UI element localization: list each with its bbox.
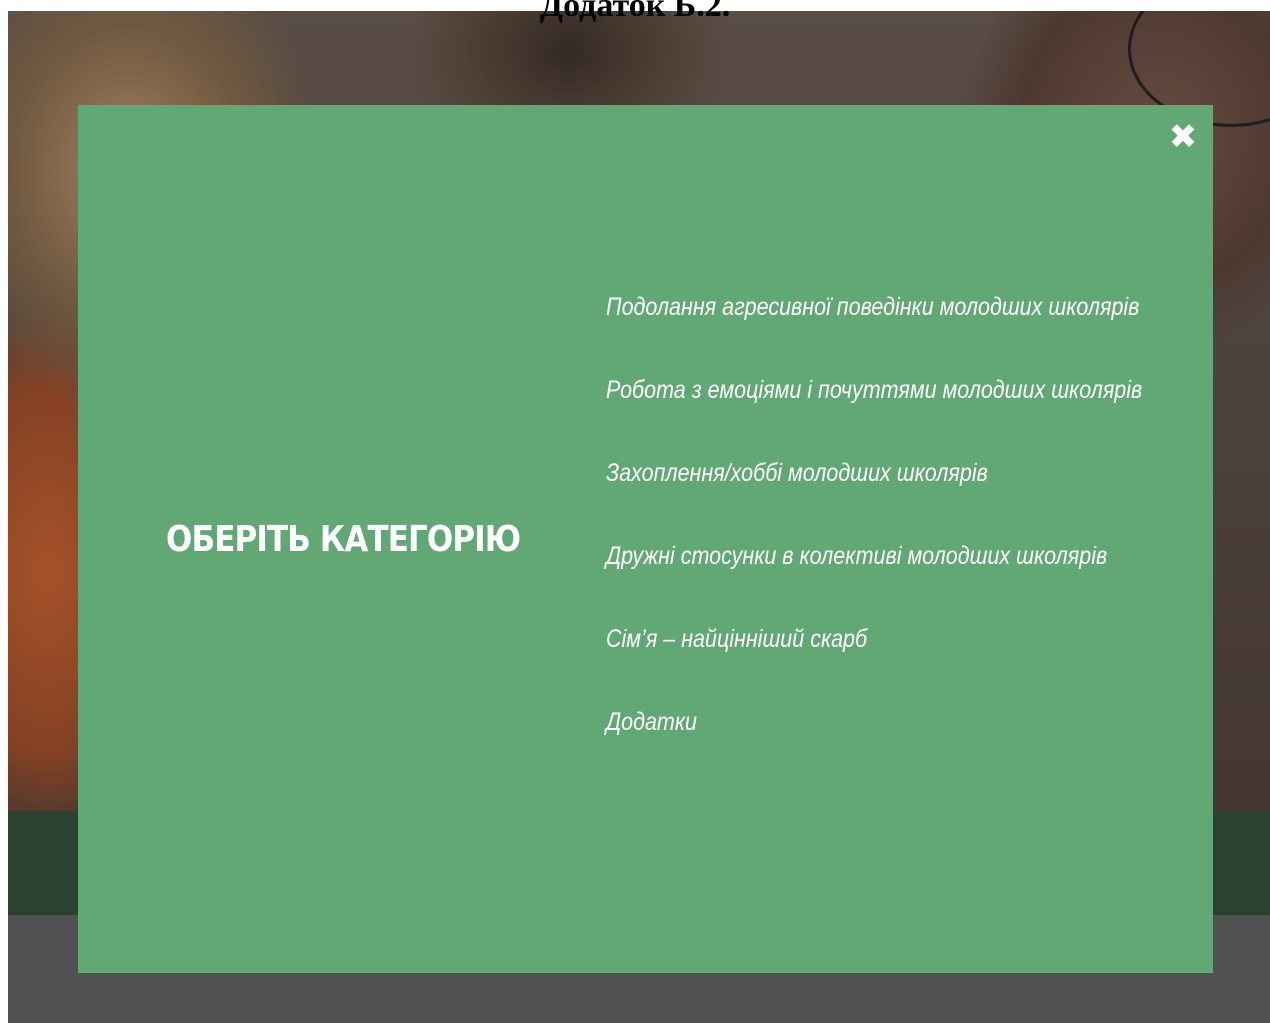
category-link-emotions[interactable]: Робота з емоціями і почуттями молодших ш… — [606, 368, 1142, 412]
list-item: Захоплення/хоббі молодших школярів — [606, 451, 1230, 534]
modal-title: ОБЕРІТЬ КАТЕГОРІЮ — [166, 519, 521, 560]
category-modal: ✖ ОБЕРІТЬ КАТЕГОРІЮ Подолання агресивної… — [78, 105, 1213, 973]
list-item: Дружні стосунки в колективі молодших шко… — [606, 534, 1230, 617]
category-link-hobbies[interactable]: Захоплення/хоббі молодших школярів — [606, 451, 988, 495]
document-heading: Додаток Б.2. — [539, 0, 731, 24]
category-link-aggression[interactable]: Подолання агресивної поведінки молодших … — [606, 285, 1139, 329]
site-screenshot: ✖ ОБЕРІТЬ КАТЕГОРІЮ Подолання агресивної… — [8, 11, 1270, 1023]
close-icon[interactable]: ✖ — [1165, 117, 1201, 157]
list-item: Сім’я – найцінніший скарб — [606, 617, 1230, 700]
list-item: Робота з емоціями і почуттями молодших ш… — [606, 368, 1230, 451]
category-list: Подолання агресивної поведінки молодших … — [606, 285, 1230, 783]
category-link-family[interactable]: Сім’я – найцінніший скарб — [606, 617, 867, 661]
list-item: Подолання агресивної поведінки молодших … — [606, 285, 1230, 368]
list-item: Додатки — [606, 700, 1230, 783]
category-link-appendices[interactable]: Додатки — [606, 700, 697, 744]
category-link-friendship[interactable]: Дружні стосунки в колективі молодших шко… — [606, 534, 1107, 578]
